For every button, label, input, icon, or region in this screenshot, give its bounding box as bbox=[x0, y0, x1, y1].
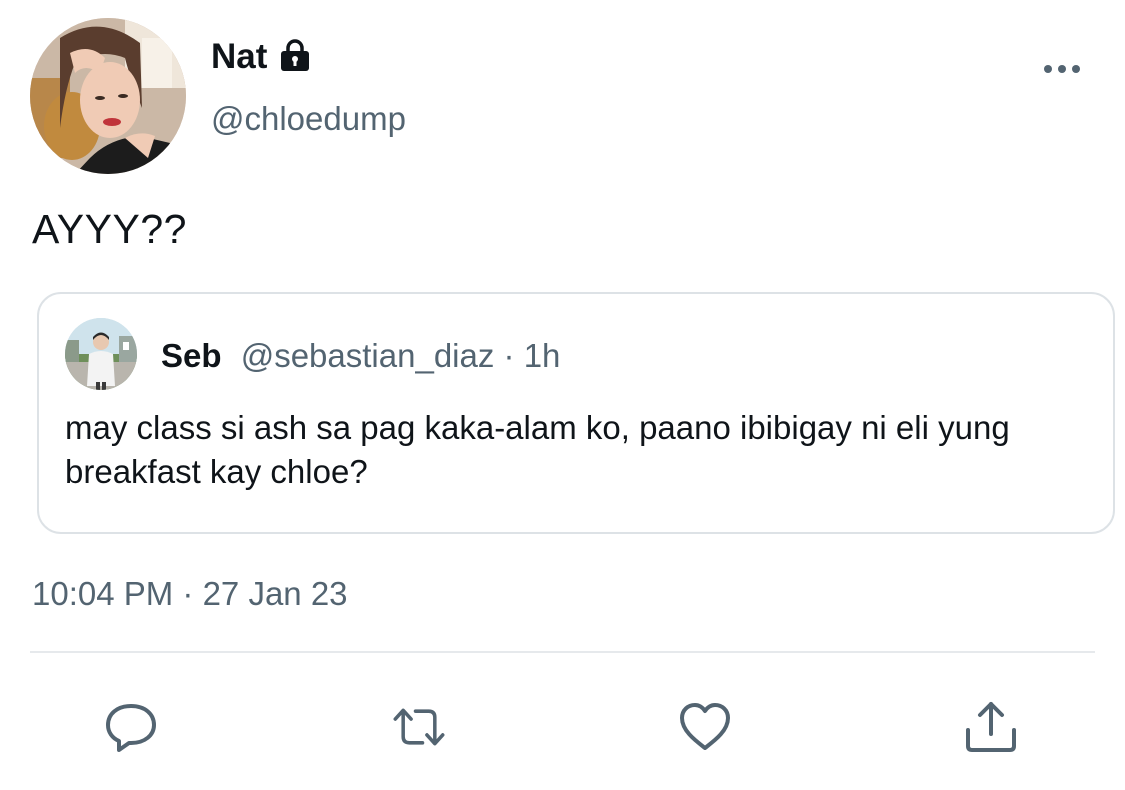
quoted-separator: · bbox=[494, 337, 524, 374]
quoted-text: may class si ash sa pag kaka-alam ko, pa… bbox=[65, 409, 1010, 490]
author-display-name-row[interactable]: Nat bbox=[211, 36, 313, 78]
reply-icon bbox=[106, 704, 156, 752]
quoted-time[interactable]: 1h bbox=[524, 337, 561, 374]
more-horizontal-icon[interactable] bbox=[1040, 58, 1084, 80]
share-button[interactable] bbox=[962, 698, 1020, 756]
quoted-display-name[interactable]: Seb bbox=[161, 337, 222, 374]
share-icon bbox=[966, 702, 1016, 752]
like-button[interactable] bbox=[676, 698, 734, 756]
tweet-timestamp[interactable]: 10:04 PM · 27 Jan 23 bbox=[32, 574, 348, 614]
author-handle[interactable]: @chloedump bbox=[211, 99, 406, 139]
quoted-handle[interactable]: @sebastian_diaz bbox=[241, 337, 495, 374]
author-display-name[interactable]: Nat bbox=[211, 36, 267, 78]
like-icon bbox=[680, 703, 730, 750]
tweet-text: AYYY?? bbox=[32, 206, 187, 252]
divider bbox=[30, 651, 1095, 653]
quoted-header: Seb @sebastian_diaz · 1h bbox=[161, 336, 560, 376]
quoted-tweet[interactable]: Seb @sebastian_diaz · 1h may class si as… bbox=[37, 292, 1115, 534]
reply-button[interactable] bbox=[102, 698, 160, 756]
retweet-icon bbox=[393, 708, 445, 746]
retweet-button[interactable] bbox=[390, 698, 456, 756]
tweet-detail: Nat @chloedump AYYY?? Seb @sebastian_dia… bbox=[0, 0, 1125, 790]
author-avatar[interactable] bbox=[30, 18, 186, 174]
lock-icon bbox=[277, 37, 313, 73]
quoted-author-avatar[interactable] bbox=[65, 318, 137, 390]
